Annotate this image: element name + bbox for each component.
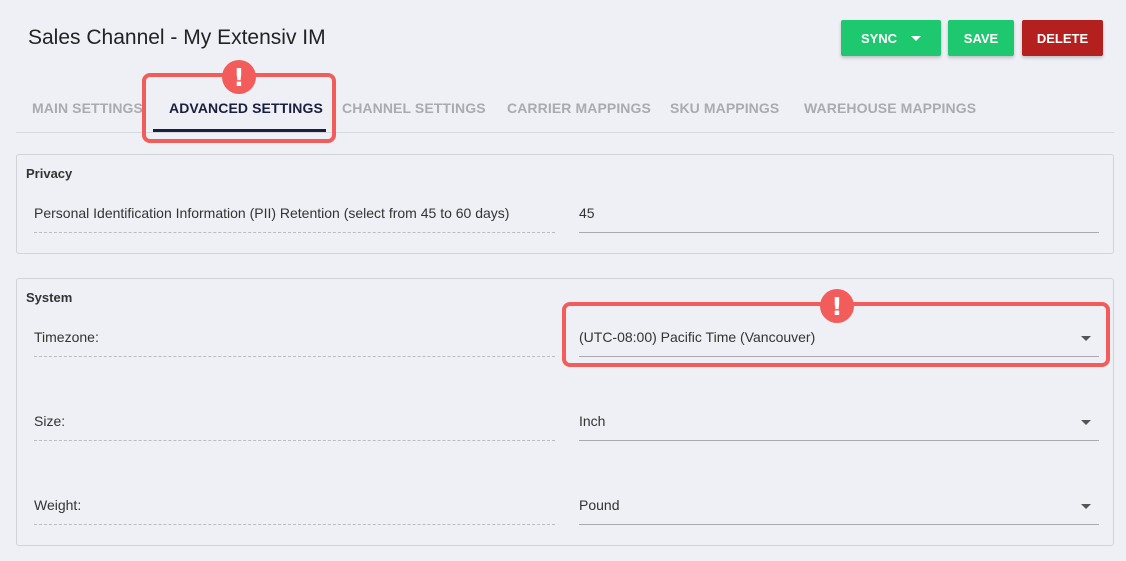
dropdown-arrow-icon [1081, 420, 1091, 425]
pii-retention-label: Personal Identification Information (PII… [34, 195, 555, 233]
tab-main-settings[interactable]: MAIN SETTINGS [32, 84, 143, 132]
tab-sku-mappings[interactable]: SKU MAPPINGS [670, 84, 779, 132]
weight-label: Weight: [34, 487, 555, 525]
privacy-panel-title: Privacy [26, 166, 73, 181]
save-button[interactable]: SAVE [948, 20, 1014, 56]
size-value: Inch [579, 413, 606, 429]
size-label: Size: [34, 403, 555, 441]
sync-label: SYNC [860, 30, 898, 46]
tab-carrier-mappings[interactable]: CARRIER MAPPINGS [507, 84, 651, 132]
alert-icon: ! [820, 289, 854, 323]
weight-select[interactable]: Pound [579, 487, 1099, 525]
page-title: Sales Channel - My Extensiv IM [28, 26, 326, 49]
weight-value: Pound [579, 497, 620, 513]
alert-icon: ! [222, 60, 256, 94]
tab-warehouse-mappings[interactable]: WAREHOUSE MAPPINGS [804, 84, 976, 132]
privacy-panel: Privacy Personal Identification Informat… [16, 154, 1114, 254]
sync-button[interactable]: SYNC [841, 20, 941, 56]
pii-retention-input[interactable]: 45 [579, 195, 1099, 233]
system-panel-title: System [26, 290, 73, 305]
delete-button[interactable]: DELETE [1022, 20, 1103, 56]
chevron-down-icon [911, 35, 922, 41]
dropdown-arrow-icon [1081, 504, 1091, 509]
tab-channel-settings[interactable]: CHANNEL SETTINGS [342, 84, 486, 132]
timezone-label: Timezone: [34, 319, 555, 357]
size-select[interactable]: Inch [579, 403, 1099, 441]
